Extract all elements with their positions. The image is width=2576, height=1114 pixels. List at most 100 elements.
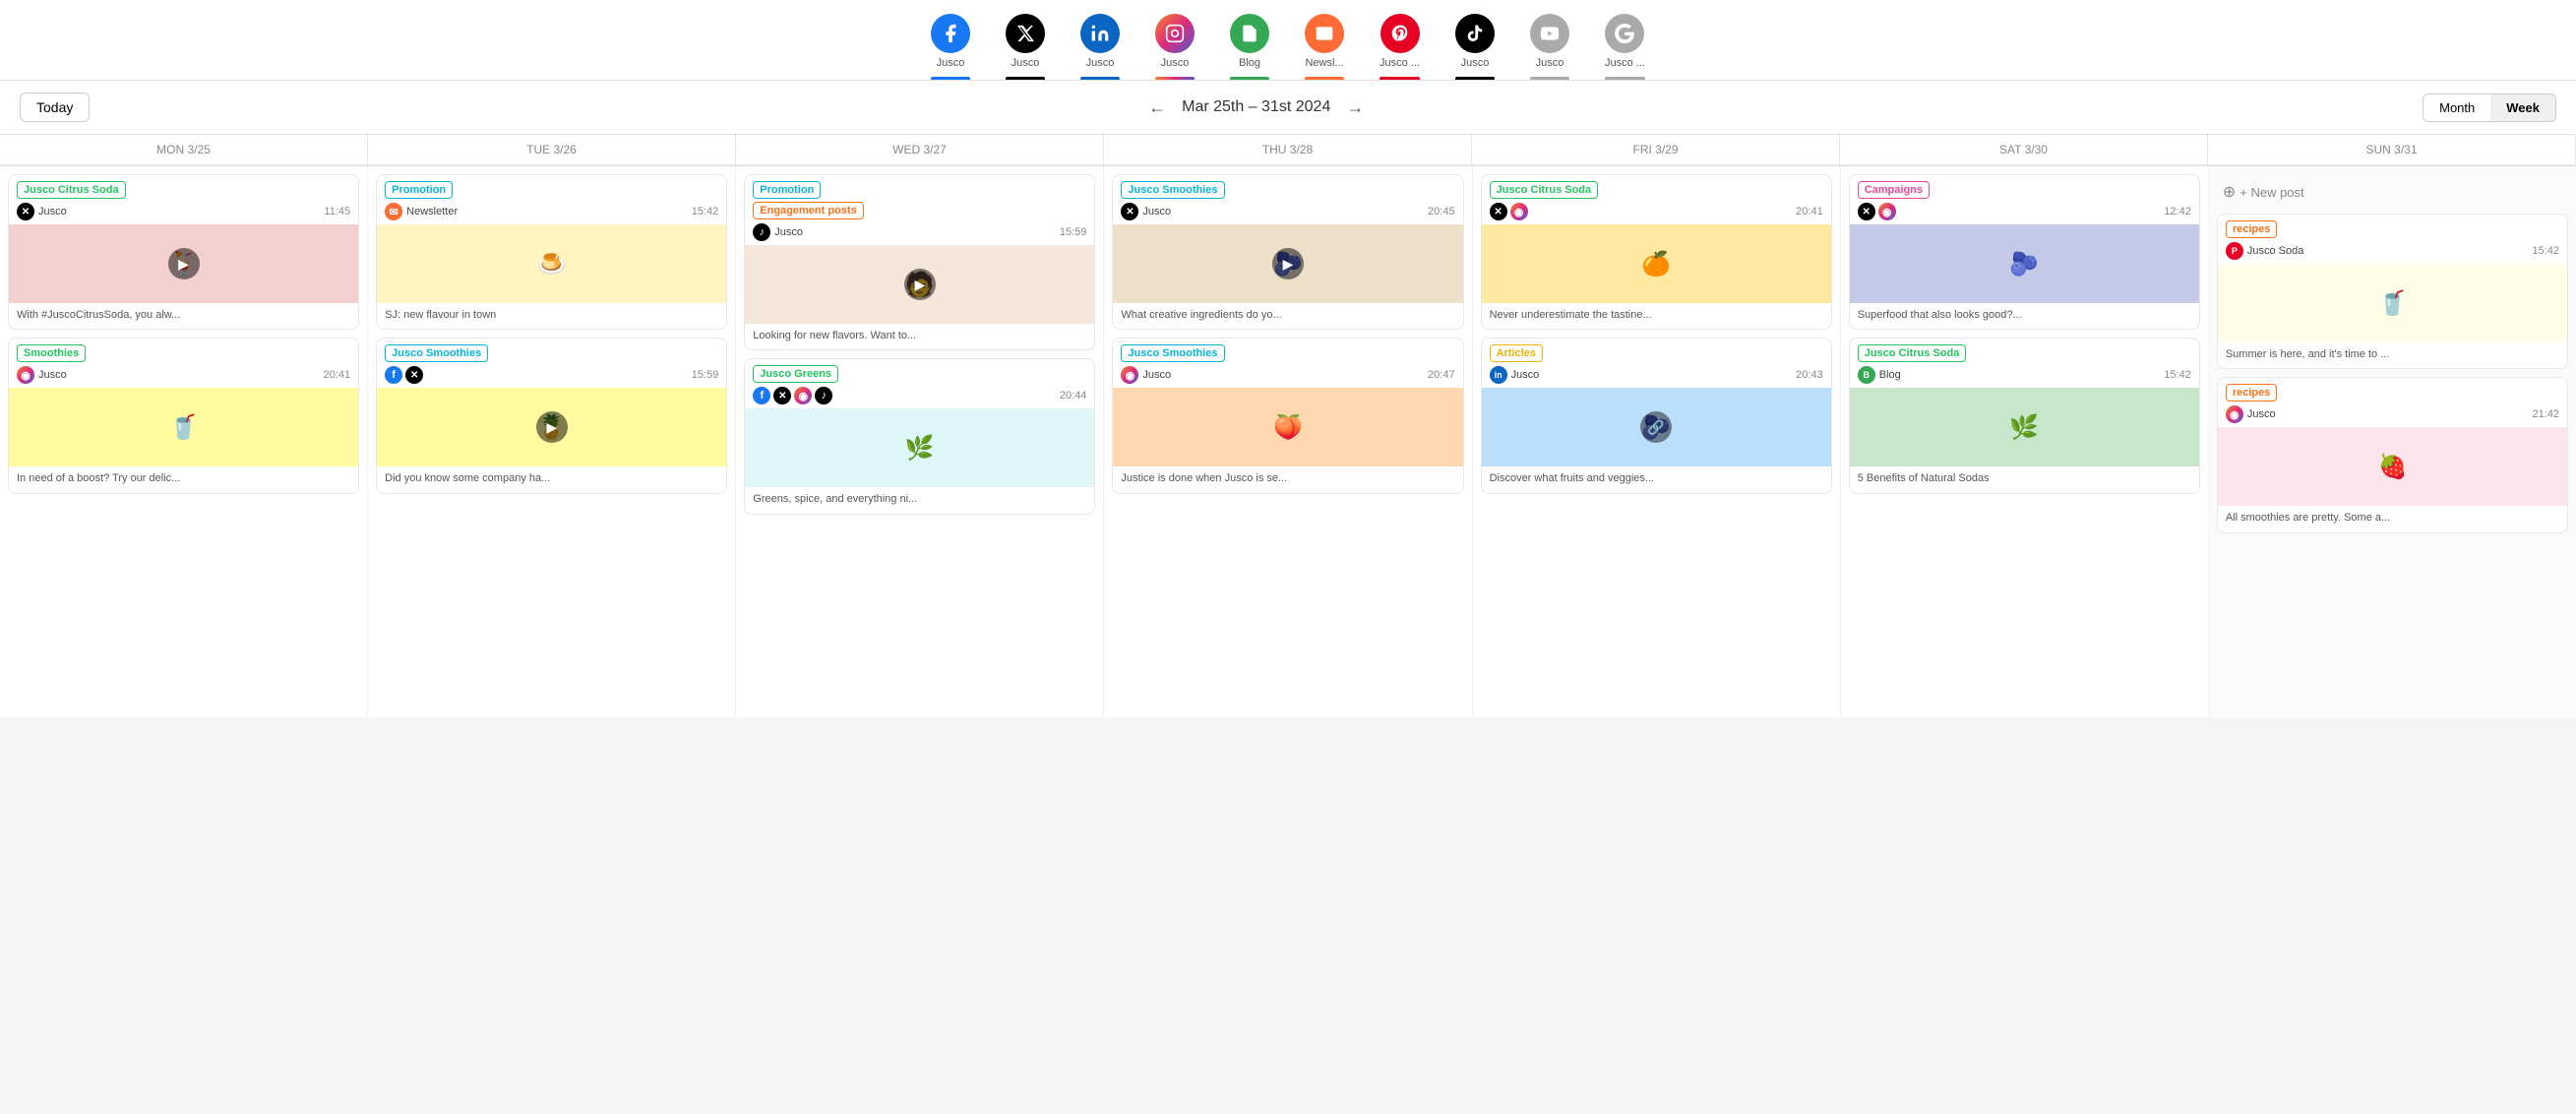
- month-view-button[interactable]: Month: [2423, 94, 2490, 121]
- card-meta: ✕ Jusco 11:45: [9, 203, 358, 224]
- card-tag-row: Jusco Citrus Soda: [1850, 339, 2199, 366]
- tiktok-social-icon: ♪: [753, 223, 770, 241]
- card-tag-row: Jusco Greens: [745, 359, 1094, 387]
- card-time: 15:59: [692, 369, 719, 381]
- card-account: Jusco Soda: [2247, 245, 2303, 257]
- card-text: SJ: new flavour in town: [377, 303, 726, 329]
- tt-social-icon: ♪: [815, 387, 832, 404]
- card-tag-row: Promotion: [377, 175, 726, 203]
- tag-label: Jusco Smoothies: [1121, 344, 1224, 362]
- x-social-icon: ✕: [17, 203, 34, 220]
- card-tag-row: Articles: [1482, 339, 1831, 366]
- post-card[interactable]: Jusco Citrus Soda ✕ Jusco 11:45 🍹 ▶ With…: [8, 174, 359, 330]
- card-meta: ✕ ◉ 12:42: [1850, 203, 2199, 224]
- plus-icon: ⊕: [2223, 182, 2236, 202]
- post-card[interactable]: Jusco Smoothies f ✕ 15:59 🍍 ▶ Did you kn…: [376, 338, 727, 493]
- post-card[interactable]: recipes ◉ Jusco 21:42 🍓 All smoothies ar…: [2217, 377, 2568, 532]
- card-time: 12:42: [2164, 206, 2191, 217]
- card-image: 🥤: [9, 388, 358, 466]
- today-button[interactable]: Today: [20, 93, 90, 122]
- card-text: Greens, spice, and everything ni...: [745, 487, 1094, 513]
- post-card[interactable]: Jusco Citrus Soda B Blog 15:42 🌿 5 Benef…: [1849, 338, 2200, 493]
- post-card[interactable]: Campaigns ✕ ◉ 12:42 🫐 Superfood that als…: [1849, 174, 2200, 330]
- card-icons: ✕: [17, 203, 34, 220]
- card-time: 15:42: [2164, 369, 2191, 381]
- card-icons: f ✕: [385, 366, 423, 384]
- date-range-label: Mar 25th – 31st 2024: [1182, 98, 1330, 116]
- x-social-icon: ✕: [1490, 203, 1507, 220]
- post-card[interactable]: Jusco Smoothies ◉ Jusco 20:47 🍑 Justice …: [1112, 338, 1463, 493]
- social-item-pinterest[interactable]: Jusco ...: [1362, 8, 1438, 80]
- card-icons: ◉: [1121, 366, 1138, 384]
- card-text: Did you know some company ha...: [377, 466, 726, 492]
- card-time: 15:42: [2532, 245, 2559, 257]
- card-tag-row: Jusco Citrus Soda: [1482, 175, 1831, 203]
- social-item-instagram[interactable]: Jusco: [1137, 8, 1212, 80]
- card-image: 🍊: [1482, 224, 1831, 303]
- social-item-google[interactable]: Jusco ...: [1587, 8, 1663, 80]
- post-card[interactable]: Jusco Greens f ✕ ◉ ♪ 20:44 🌿 Greens, spi…: [744, 358, 1095, 514]
- card-text: Superfood that also looks good?...: [1850, 303, 2199, 329]
- social-item-blog[interactable]: Blog: [1212, 8, 1287, 80]
- post-card[interactable]: Promotion ✉ Newsletter 15:42 🍮 SJ: new f…: [376, 174, 727, 330]
- card-time: 20:41: [324, 369, 351, 381]
- youtube-icon: [1530, 14, 1569, 53]
- ig-social-icon: ◉: [1878, 203, 1896, 220]
- day-header-thu: THU 3/28: [1104, 135, 1472, 165]
- card-tag-row: Jusco Smoothies: [1113, 175, 1462, 203]
- ig-social-icon: ◉: [1510, 203, 1528, 220]
- social-item-facebook[interactable]: Jusco: [913, 8, 988, 80]
- tag-label: Smoothies: [17, 344, 86, 362]
- video-play-icon: ▶: [168, 248, 200, 279]
- post-card[interactable]: Smoothies ◉ Jusco 20:41 🥤 In need of a b…: [8, 338, 359, 493]
- day-header-tue: TUE 3/26: [368, 135, 736, 165]
- card-text: What creative ingredients do yo...: [1113, 303, 1462, 329]
- card-account: Newsletter: [406, 206, 458, 217]
- post-card[interactable]: Jusco Smoothies ✕ Jusco 20:45 🫐 ▶ What c…: [1112, 174, 1463, 330]
- week-view-button[interactable]: Week: [2490, 94, 2555, 121]
- card-time: 20:45: [1428, 206, 1455, 217]
- instagram-icon: [1155, 14, 1195, 53]
- card-icons: P: [2226, 242, 2243, 260]
- tag-label: Jusco Citrus Soda: [17, 181, 126, 199]
- card-account: Jusco: [38, 206, 67, 217]
- view-toggle: Month Week: [2423, 93, 2556, 122]
- new-post-button[interactable]: ⊕ + New post: [2217, 178, 2568, 206]
- card-account: Jusco: [774, 226, 803, 238]
- prev-week-button[interactable]: ←: [1148, 97, 1166, 118]
- card-account: Jusco: [1511, 369, 1540, 381]
- card-icons: f ✕ ◉ ♪: [753, 387, 832, 404]
- social-item-tiktok[interactable]: Jusco: [1438, 8, 1512, 80]
- social-item-linkedin[interactable]: Jusco: [1063, 8, 1137, 80]
- day-column-sun: ⊕ + New post recipes P Jusco Soda 15:42 …: [2209, 166, 2576, 717]
- tiktok-icon: [1455, 14, 1495, 53]
- card-time: 15:42: [692, 206, 719, 217]
- social-label-pinterest: Jusco ...: [1380, 57, 1420, 69]
- card-icons: ✉: [385, 203, 402, 220]
- newsletter-social-icon: ✉: [385, 203, 402, 220]
- social-item-youtube[interactable]: Jusco: [1512, 8, 1587, 80]
- post-card[interactable]: Promotion Engagement posts ♪ Jusco 15:59…: [744, 174, 1095, 350]
- card-meta: ◉ Jusco 20:47: [1113, 366, 1462, 388]
- post-card[interactable]: Jusco Citrus Soda ✕ ◉ 20:41 🍊 Never unde…: [1481, 174, 1832, 330]
- card-time: 21:42: [2532, 408, 2559, 420]
- pinterest-social-icon: P: [2226, 242, 2243, 260]
- card-account: Jusco: [1142, 206, 1171, 217]
- x-social-icon: ✕: [405, 366, 423, 384]
- next-week-button[interactable]: →: [1346, 97, 1364, 118]
- post-card[interactable]: recipes P Jusco Soda 15:42 🥤 Summer is h…: [2217, 214, 2568, 369]
- card-icons: ◉: [2226, 405, 2243, 423]
- ig-social-icon: ◉: [2226, 405, 2243, 423]
- card-meta: B Blog 15:42: [1850, 366, 2199, 388]
- day-header-sat: SAT 3/30: [1840, 135, 2208, 165]
- post-card[interactable]: Articles in Jusco 20:43 🫐 🔗 Discover wha…: [1481, 338, 1832, 493]
- tag-label: Articles: [1490, 344, 1543, 362]
- social-label-facebook: Jusco: [937, 57, 965, 69]
- google-icon: [1605, 14, 1644, 53]
- card-text: In need of a boost? Try our delic...: [9, 466, 358, 492]
- facebook-underline: [931, 77, 970, 80]
- social-item-x[interactable]: Jusco: [988, 8, 1063, 80]
- card-meta: ♪ Jusco 15:59: [745, 223, 1094, 245]
- social-item-newsletter[interactable]: Newsl...: [1287, 8, 1362, 80]
- pinterest-underline: [1380, 77, 1420, 80]
